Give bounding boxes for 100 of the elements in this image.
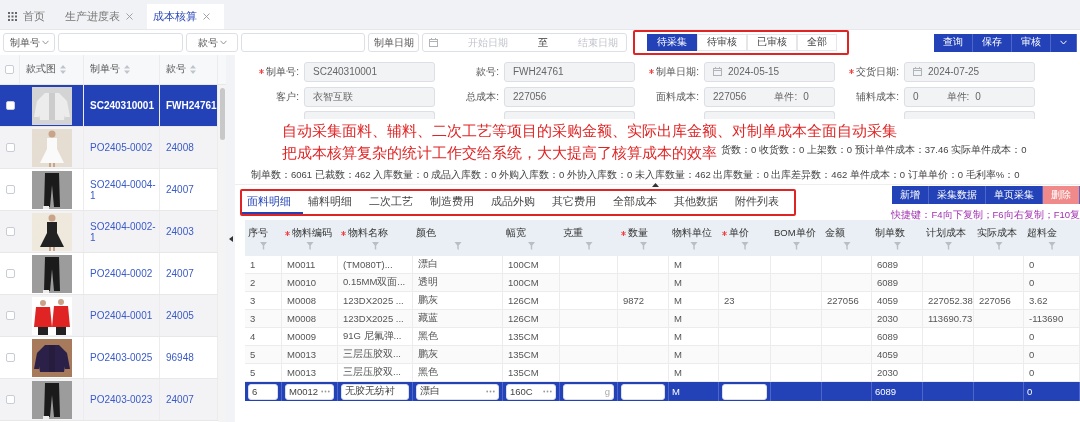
style-number-link[interactable]: 24003 bbox=[166, 226, 194, 237]
more-icon[interactable] bbox=[321, 390, 330, 393]
order-row[interactable]: PO2404-0002 24007 bbox=[0, 253, 218, 295]
detail-tab[interactable]: 面料明细 bbox=[242, 191, 303, 214]
style-number-link[interactable]: 24007 bbox=[166, 268, 194, 279]
table-row[interactable]: 5 M0013 三层压胶双... 鹏灰 135CM M 4059 0 bbox=[245, 346, 1080, 364]
table-row[interactable]: 3 M0008 123DX2025 ... 鹏灰 126CM 9872 M 23 227056 4059 227052.38 227056 3.62 bbox=[245, 292, 1080, 310]
order-number-select[interactable]: 制单号 bbox=[3, 33, 55, 52]
style-number-link[interactable]: 24005 bbox=[166, 310, 194, 321]
order-number-link[interactable]: PO2404-0001 bbox=[90, 310, 153, 321]
page-tab[interactable]: 首页 bbox=[2, 4, 59, 29]
date-type-select[interactable]: 制单日期 bbox=[368, 33, 419, 52]
text-field[interactable] bbox=[304, 111, 435, 119]
more-icon[interactable] bbox=[486, 390, 495, 393]
detail-tab[interactable]: 附件列表 bbox=[730, 191, 791, 214]
order-row[interactable]: PO2405-0002 24008 bbox=[0, 127, 218, 169]
more-button[interactable] bbox=[1051, 33, 1077, 52]
action-button[interactable]: 审核 bbox=[1012, 33, 1051, 52]
table-row[interactable]: 2 M0010 0.15MM双面... 透明 100CM M 6089 0 bbox=[245, 274, 1080, 292]
input-field[interactable]: 无胶无纺衬 bbox=[341, 383, 409, 400]
table-row[interactable]: 4 M0009 91G 尼氟弹... 黑色 135CM M 6089 0 bbox=[245, 328, 1080, 346]
order-number-link[interactable]: PO2403-0023 bbox=[90, 394, 153, 405]
text-field[interactable]: SC240310001 bbox=[304, 61, 435, 82]
detail-tab[interactable]: 其它费用 bbox=[547, 191, 608, 214]
action-button[interactable]: 采集数据 bbox=[929, 186, 986, 204]
text-field[interactable]: 227056 单件: 0 bbox=[704, 86, 835, 107]
text-field[interactable]: 0 单件: 0 bbox=[904, 86, 1035, 107]
sort-icon[interactable] bbox=[124, 65, 130, 74]
table-cell: M0009 bbox=[287, 331, 317, 342]
input-field[interactable] bbox=[722, 383, 767, 400]
order-number-link[interactable]: SO2404-0004-1 bbox=[90, 178, 159, 201]
order-number-link[interactable]: PO2405-0002 bbox=[90, 142, 153, 153]
more-icon[interactable] bbox=[543, 390, 552, 393]
text-field[interactable]: 227056 bbox=[504, 86, 635, 107]
checkbox[interactable] bbox=[5, 101, 15, 110]
style-number-link[interactable]: 24007 bbox=[166, 184, 194, 195]
detail-tab[interactable]: 二次工艺 bbox=[364, 191, 425, 214]
input-field[interactable] bbox=[621, 383, 665, 400]
style-number-link[interactable]: 24007 bbox=[166, 394, 194, 405]
order-row[interactable]: PO2404-0001 24005 bbox=[0, 295, 218, 337]
date-field[interactable]: 2024-07-25 bbox=[904, 61, 1035, 82]
style-number-select[interactable]: 款号 bbox=[186, 33, 238, 52]
checkbox[interactable] bbox=[5, 227, 15, 236]
status-tab[interactable]: 待审核 bbox=[697, 34, 747, 51]
picker-field[interactable]: 160C bbox=[506, 383, 556, 400]
date-field[interactable]: 2024-05-15 bbox=[704, 61, 835, 82]
status-tab[interactable]: 待采集 bbox=[647, 34, 697, 51]
style-number-link[interactable]: 96948 bbox=[166, 352, 194, 363]
picker-field[interactable]: 漂白 bbox=[416, 383, 499, 400]
order-row[interactable]: PO2403-0025 96948 bbox=[0, 337, 218, 379]
close-icon[interactable] bbox=[203, 13, 210, 20]
order-number-link[interactable]: PO2404-0002 bbox=[90, 268, 153, 279]
picker-field[interactable]: M0012 bbox=[285, 383, 334, 400]
checkbox[interactable] bbox=[5, 311, 15, 320]
scrollbar[interactable] bbox=[218, 85, 226, 422]
order-row[interactable]: SC240310001 FWH24761 bbox=[0, 85, 218, 127]
action-button[interactable]: 单页采集 bbox=[986, 186, 1043, 204]
page-tab[interactable]: 成本核算 bbox=[147, 4, 224, 29]
sort-icon[interactable] bbox=[60, 65, 66, 74]
text-field[interactable] bbox=[504, 111, 635, 119]
editing-row[interactable]: 6 M0012 无胶无纺衬 漂白 160C g M 6089 0 bbox=[245, 382, 1080, 401]
text-field[interactable] bbox=[904, 111, 1035, 119]
text-field[interactable] bbox=[704, 111, 835, 119]
style-number-link[interactable]: FWH24761 bbox=[166, 100, 217, 111]
order-number-field[interactable] bbox=[58, 33, 183, 52]
table-row[interactable]: 5 M0013 三层压胶双... 黑色 135CM M 2030 0 bbox=[245, 364, 1080, 382]
detail-tab[interactable]: 成品外购 bbox=[486, 191, 547, 214]
style-number-link[interactable]: 24008 bbox=[166, 142, 194, 153]
checkbox[interactable] bbox=[5, 65, 14, 74]
table-row[interactable]: 3 M0008 123DX2025 ... 藏蓝 126CM M 2030 113690.73 -113690 bbox=[245, 310, 1080, 328]
detail-tab[interactable]: 其他数据 bbox=[669, 191, 730, 214]
order-row[interactable]: SO2404-0002-1 24003 bbox=[0, 211, 218, 253]
detail-tab[interactable]: 辅料明细 bbox=[303, 191, 364, 214]
order-number-link[interactable]: SO2404-0002-1 bbox=[90, 220, 159, 243]
text-field[interactable]: 衣智互联 bbox=[304, 86, 435, 107]
order-row[interactable]: PO2403-0023 24007 bbox=[0, 379, 218, 421]
sort-icon[interactable] bbox=[190, 65, 196, 74]
input-field[interactable]: 6 bbox=[248, 383, 278, 400]
checkbox[interactable] bbox=[5, 143, 15, 152]
status-tab[interactable]: 全部 bbox=[797, 34, 837, 51]
close-icon[interactable] bbox=[126, 13, 133, 20]
checkbox[interactable] bbox=[5, 353, 15, 362]
checkbox[interactable] bbox=[5, 269, 15, 278]
order-number-link[interactable]: SC240310001 bbox=[90, 100, 154, 111]
checkbox[interactable] bbox=[5, 395, 15, 404]
action-button[interactable]: 查询 bbox=[934, 33, 973, 52]
page-tab[interactable]: 生产进度表 bbox=[59, 4, 147, 29]
checkbox[interactable] bbox=[5, 185, 15, 194]
table-row[interactable]: 1 M0011 (TM080T)... 漂白 100CM M 6089 0 bbox=[245, 256, 1080, 274]
text-field[interactable]: FWH24761 bbox=[504, 61, 635, 82]
collapse-arrow-icon[interactable] bbox=[228, 235, 233, 242]
order-number-link[interactable]: PO2403-0025 bbox=[90, 352, 153, 363]
action-button[interactable]: 新增 bbox=[892, 186, 929, 204]
status-tab[interactable]: 已审核 bbox=[747, 34, 797, 51]
collapse-arrow-icon[interactable] bbox=[652, 183, 659, 187]
action-button[interactable]: 保存 bbox=[973, 33, 1012, 52]
detail-tab[interactable]: 制造费用 bbox=[425, 191, 486, 214]
style-number-field[interactable] bbox=[241, 33, 365, 52]
detail-tab[interactable]: 全部成本 bbox=[608, 191, 669, 214]
order-row[interactable]: SO2404-0004-1 24007 bbox=[0, 169, 218, 211]
